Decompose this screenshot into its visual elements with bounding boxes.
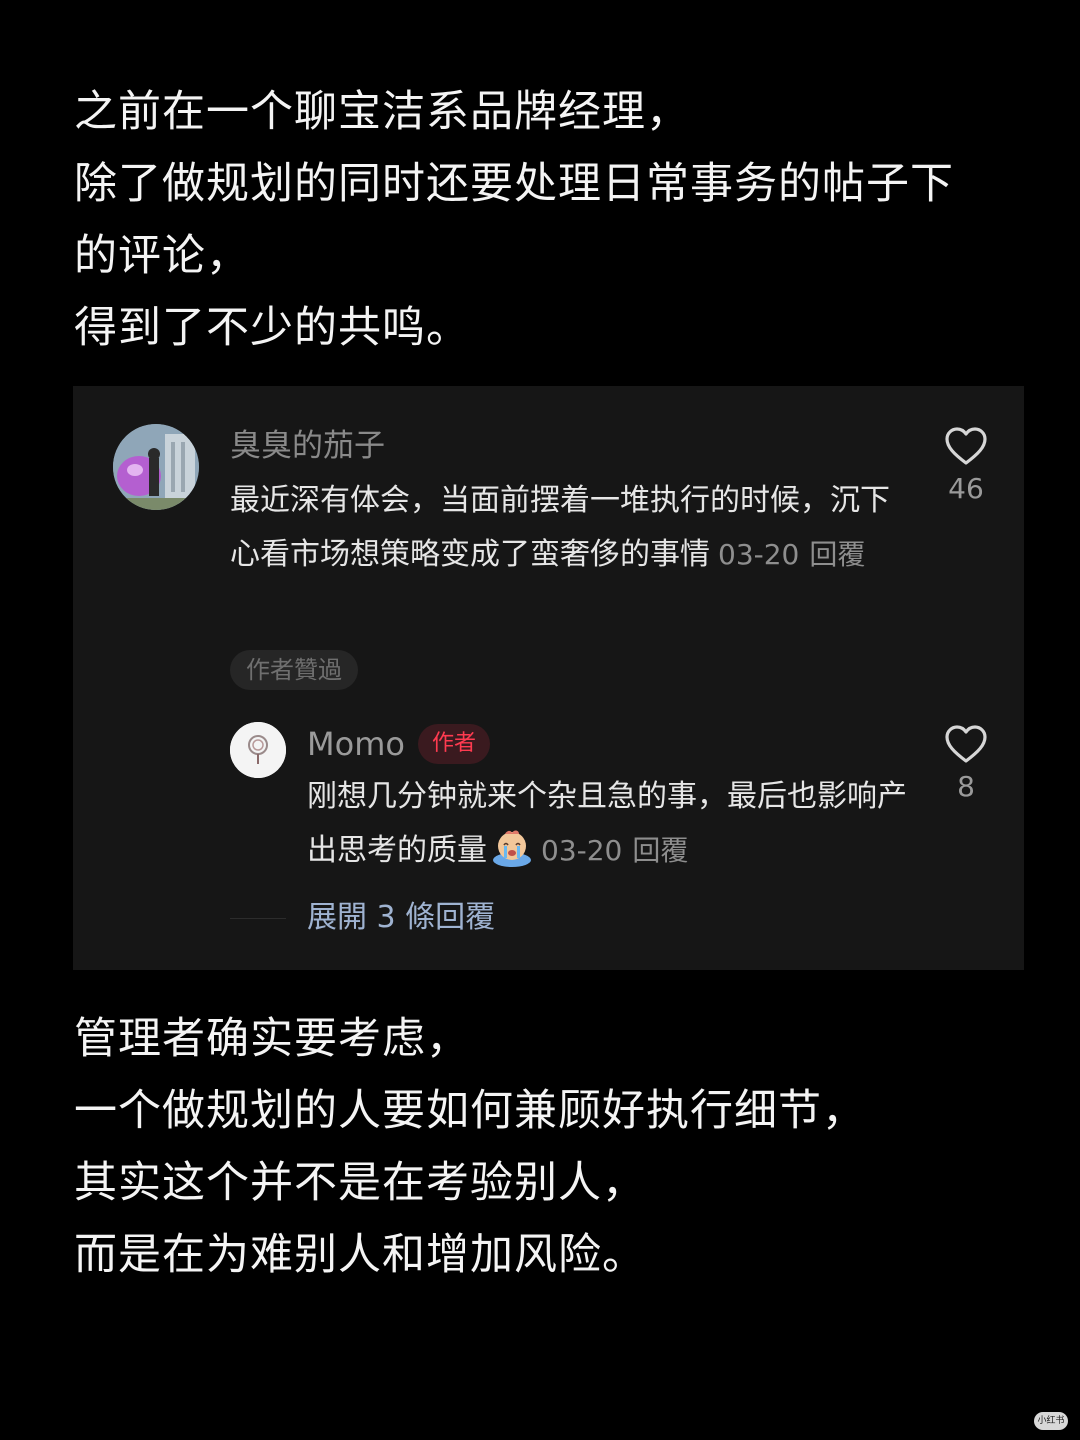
comment-date: 03-20 [718, 538, 800, 571]
comment-username[interactable]: 臭臭的茄子 [230, 424, 385, 468]
user-avatar[interactable] [113, 424, 199, 510]
watermark: 小红书 [1034, 1412, 1068, 1430]
heart-icon [945, 725, 987, 763]
reply-like-button[interactable]: 8 [936, 724, 996, 803]
outro-text: 管理者确实要考虑， 一个做规划的人要如何兼顾好执行细节， 其实这个并不是在考验别… [74, 1003, 1024, 1291]
author-liked-tag: 作者贊過 [230, 650, 358, 690]
intro-line: 得到了不少的共鸣。 [74, 303, 470, 353]
heart-icon [945, 427, 987, 465]
reply-reply-link[interactable]: 回覆 [632, 834, 688, 867]
outro-line: 管理者确实要考虑， [74, 1014, 470, 1064]
like-count: 46 [948, 472, 984, 505]
outro-line: 而是在为难别人和增加风险。 [74, 1230, 646, 1280]
crying-face-emoji-icon [491, 828, 533, 886]
comment-like-button[interactable]: 46 [936, 426, 996, 505]
outro-line: 其实这个并不是在考验别人， [74, 1158, 646, 1208]
intro-text: 之前在一个聊宝洁系品牌经理， 除了做规划的同时还要处理日常事务的帖子下 的评论，… [74, 76, 1024, 364]
reply-body: 刚想几分钟就来个杂且急的事，最后也影响产出思考的质量 03-20 回覆 [307, 770, 907, 886]
comment-body: 最近深有体会，当面前摆着一堆执行的时候，沉下心看市场想策略变成了蛮奢侈的事情 03… [230, 474, 890, 582]
intro-line: 之前在一个聊宝洁系品牌经理， [74, 87, 690, 137]
lollipop-avatar-icon [230, 722, 286, 778]
intro-line: 除了做规划的同时还要处理日常事务的帖子下 [74, 159, 954, 209]
reply-link[interactable]: 回覆 [809, 538, 865, 571]
divider [230, 918, 286, 919]
outro-line: 一个做规划的人要如何兼顾好执行细节， [74, 1086, 866, 1136]
reply-date: 03-20 [541, 834, 623, 867]
intro-line: 的评论， [74, 231, 250, 281]
comment-screenshot-card: 臭臭的茄子 最近深有体会，当面前摆着一堆执行的时候，沉下心看市场想策略变成了蛮奢… [73, 386, 1024, 970]
expand-replies-link[interactable]: 展開 3 條回覆 [307, 896, 495, 940]
like-count: 8 [957, 770, 975, 803]
avatar-photo-icon [113, 424, 199, 510]
author-badge: 作者 [418, 724, 491, 764]
reply-user-avatar[interactable] [230, 722, 286, 778]
reply-username[interactable]: Momo [307, 722, 405, 766]
